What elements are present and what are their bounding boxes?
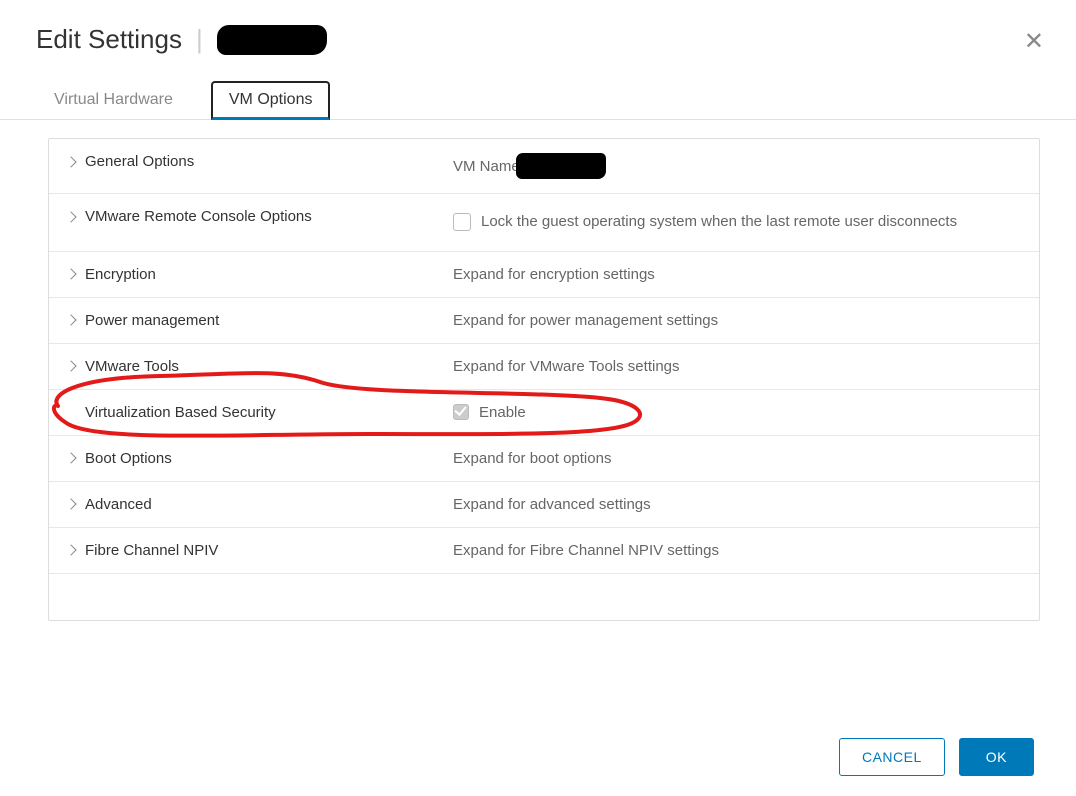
- row-general-options[interactable]: General Options VM Name:: [49, 139, 1039, 194]
- chevron-right-icon: [65, 360, 76, 371]
- checkbox-label: Enable: [479, 404, 526, 421]
- dialog-title: Edit Settings: [36, 24, 182, 55]
- ok-button[interactable]: OK: [959, 738, 1034, 776]
- tab-vm-options[interactable]: VM Options: [211, 81, 331, 120]
- row-boot-options[interactable]: Boot Options Expand for boot options: [49, 436, 1039, 482]
- chevron-right-icon: [65, 498, 76, 509]
- vbs-enable-checkbox: [453, 404, 469, 420]
- row-remote-console[interactable]: VMware Remote Console Options Lock the g…: [49, 194, 1039, 252]
- row-label: VMware Remote Console Options: [85, 208, 312, 225]
- vm-name-label: VM Name:: [453, 158, 524, 175]
- dialog-footer: CANCEL OK: [839, 738, 1034, 776]
- row-vmware-tools[interactable]: VMware Tools Expand for VMware Tools set…: [49, 344, 1039, 390]
- header-divider: |: [196, 24, 203, 55]
- row-value: Expand for advanced settings: [453, 496, 651, 513]
- row-label: Encryption: [85, 266, 156, 283]
- row-label: Boot Options: [85, 450, 172, 467]
- tabs: Virtual Hardware VM Options: [0, 81, 1076, 120]
- row-label: Fibre Channel NPIV: [85, 542, 218, 559]
- row-label: VMware Tools: [85, 358, 179, 375]
- chevron-right-icon: [65, 544, 76, 555]
- row-value: Expand for encryption settings: [453, 266, 655, 283]
- vm-name-value-redacted: [516, 153, 606, 179]
- chevron-right-icon: [65, 268, 76, 279]
- row-value: Expand for Fibre Channel NPIV settings: [453, 542, 719, 559]
- chevron-right-icon: [65, 156, 76, 167]
- row-virtualization-based-security: Virtualization Based Security Enable: [49, 390, 1039, 436]
- dialog-header: Edit Settings | ✕: [0, 0, 1076, 63]
- vm-name-redacted: [217, 25, 327, 55]
- tab-virtual-hardware[interactable]: Virtual Hardware: [36, 81, 191, 119]
- chevron-right-icon: [65, 211, 76, 222]
- checkbox-label: Lock the guest operating system when the…: [481, 208, 957, 237]
- chevron-right-icon: [65, 314, 76, 325]
- row-label: Virtualization Based Security: [85, 404, 276, 421]
- chevron-right-icon: [65, 452, 76, 463]
- row-value: Expand for VMware Tools settings: [453, 358, 680, 375]
- cancel-button[interactable]: CANCEL: [839, 738, 945, 776]
- settings-panel: General Options VM Name: VMware Remote C…: [48, 138, 1040, 621]
- close-icon[interactable]: ✕: [1024, 30, 1044, 54]
- row-value: Expand for power management settings: [453, 312, 718, 329]
- row-power-management[interactable]: Power management Expand for power manage…: [49, 298, 1039, 344]
- panel-footer-spacer: [49, 574, 1039, 620]
- lock-guest-checkbox[interactable]: [453, 213, 471, 231]
- row-value: Expand for boot options: [453, 450, 611, 467]
- row-label: Advanced: [85, 496, 152, 513]
- row-encryption[interactable]: Encryption Expand for encryption setting…: [49, 252, 1039, 298]
- row-fibre-channel-npiv[interactable]: Fibre Channel NPIV Expand for Fibre Chan…: [49, 528, 1039, 574]
- row-label: Power management: [85, 312, 219, 329]
- row-advanced[interactable]: Advanced Expand for advanced settings: [49, 482, 1039, 528]
- row-label: General Options: [85, 153, 194, 170]
